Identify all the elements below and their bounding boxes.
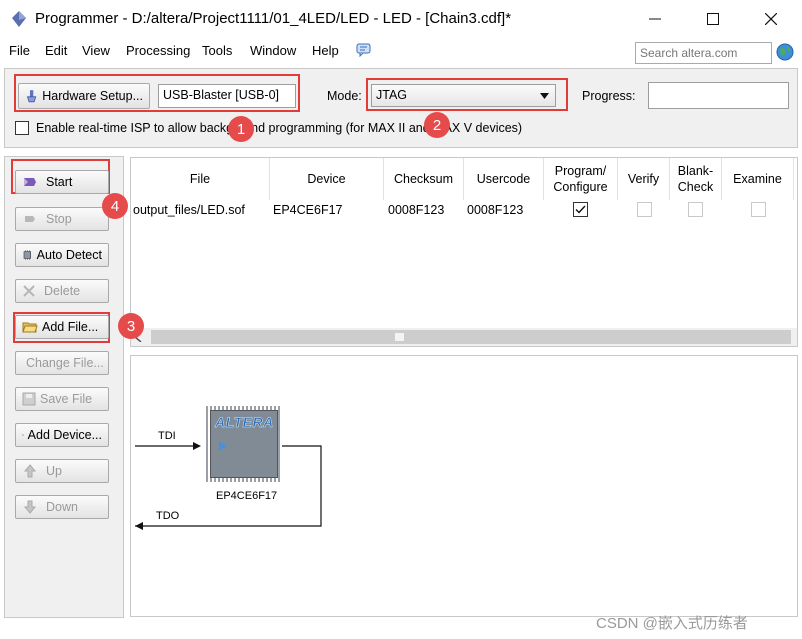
add-device-label: Add Device...	[27, 428, 102, 442]
annotation-badge-3: 3	[118, 313, 144, 339]
column-header-program-configure[interactable]: Program/ Configure	[544, 158, 618, 200]
table-cell-usercode: 0008F123	[467, 203, 524, 217]
blank-check-checkbox[interactable]	[688, 202, 703, 217]
minimize-button[interactable]	[626, 0, 684, 38]
change-file-label: Change File...	[26, 356, 104, 370]
save-icon	[22, 392, 36, 406]
maximize-icon	[707, 13, 719, 25]
table-cell-device[interactable]: EP4CE6F17	[273, 203, 342, 217]
stop-icon	[25, 216, 35, 222]
examine-checkbox[interactable]	[751, 202, 766, 217]
tdo-label: TDO	[156, 510, 180, 522]
column-header-device[interactable]: Device	[270, 158, 384, 200]
close-button[interactable]	[742, 0, 800, 38]
hardware-setup-button[interactable]: Hardware Setup...	[18, 83, 150, 109]
change-file-button[interactable]: Change File...	[15, 351, 109, 375]
open-folder-icon	[22, 322, 38, 333]
delete-label: Delete	[44, 284, 81, 298]
chevron-down-icon	[540, 93, 549, 99]
stop-button[interactable]: Stop	[15, 207, 109, 231]
jtag-chain-diagram	[135, 442, 322, 530]
annotation-badge-2: 2	[424, 112, 450, 138]
minimize-icon	[649, 18, 661, 20]
chip-device-label: EP4CE6F17	[216, 490, 278, 502]
quartus-programmer-icon	[12, 11, 26, 27]
delete-icon	[23, 285, 35, 297]
window-title: Programmer - D:/altera/Project1111/01_4L…	[35, 10, 512, 27]
down-label: Down	[46, 500, 78, 514]
add-device-icon	[22, 434, 24, 436]
verify-checkbox[interactable]	[637, 202, 652, 217]
title-bar: Programmer - D:/altera/Project1111/01_4L…	[0, 0, 802, 38]
close-icon	[765, 13, 777, 25]
save-file-label: Save File	[40, 392, 93, 406]
globe-icon[interactable]	[776, 43, 794, 61]
auto-detect-label: Auto Detect	[36, 248, 102, 262]
usb-blaster-icon	[26, 90, 37, 103]
tdi-label: TDI	[158, 430, 176, 442]
column-header-examine[interactable]: Examine	[722, 158, 794, 200]
column-header-verify[interactable]: Verify	[618, 158, 670, 200]
start-icon	[24, 178, 36, 186]
stop-label: Stop	[46, 212, 72, 226]
add-file-label: Add File...	[42, 320, 99, 334]
mode-label: Mode:	[327, 89, 362, 103]
start-button[interactable]: Start	[15, 170, 109, 194]
menu-view[interactable]: View	[82, 43, 110, 58]
menu-tools[interactable]: Tools	[202, 43, 232, 58]
delete-button[interactable]: Delete	[15, 279, 109, 303]
column-header-checksum[interactable]: Checksum	[384, 158, 464, 200]
column-header-file[interactable]: File	[131, 158, 270, 200]
fpga-chip[interactable]: ALTERA	[206, 406, 282, 482]
mode-select[interactable]: JTAG	[371, 84, 556, 107]
pin1-marker-icon	[219, 441, 227, 451]
auto-detect-icon	[23, 250, 32, 260]
up-label: Up	[46, 464, 62, 478]
checkmark-icon	[575, 205, 586, 214]
mode-value: JTAG	[376, 88, 408, 102]
column-header-usercode[interactable]: Usercode	[464, 158, 544, 200]
menu-file[interactable]: File	[9, 43, 30, 58]
save-file-button[interactable]: Save File	[15, 387, 109, 411]
chat-help-icon[interactable]	[356, 43, 372, 57]
progress-label: Progress:	[582, 89, 636, 103]
down-button[interactable]: Down	[15, 495, 109, 519]
menu-processing[interactable]: Processing	[126, 43, 190, 58]
menu-window[interactable]: Window	[250, 43, 296, 58]
isp-checkbox[interactable]	[15, 121, 29, 135]
annotation-badge-1: 1	[228, 116, 254, 142]
arrow-down-icon	[23, 500, 37, 514]
scrollbar-thumb[interactable]	[151, 330, 791, 344]
table-cell-checksum: 0008F123	[388, 203, 445, 217]
arrow-up-icon	[23, 464, 37, 478]
chip-body: ALTERA	[210, 410, 278, 478]
add-device-button[interactable]: Add Device...	[15, 423, 109, 447]
scrollbar-grip	[395, 333, 404, 341]
annotation-badge-4: 4	[102, 193, 128, 219]
altera-logo: ALTERA	[215, 414, 274, 431]
start-label: Start	[46, 175, 73, 189]
maximize-button[interactable]	[684, 0, 742, 38]
menu-edit[interactable]: Edit	[45, 43, 67, 58]
watermark: CSDN @嵌入式历练者	[596, 615, 748, 632]
auto-detect-button[interactable]: Auto Detect	[15, 243, 109, 267]
progress-bar	[648, 82, 789, 109]
hardware-setup-label: Hardware Setup...	[42, 89, 143, 103]
program-configure-checkbox[interactable]	[573, 202, 588, 217]
column-header-blank-check[interactable]: Blank- Check	[670, 158, 722, 200]
menu-help[interactable]: Help	[312, 43, 339, 58]
horizontal-scrollbar[interactable]	[131, 328, 797, 346]
table-cell-file[interactable]: output_files/LED.sof	[133, 203, 245, 217]
hardware-value: USB-Blaster [USB-0]	[158, 84, 296, 108]
up-button[interactable]: Up	[15, 459, 109, 483]
search-input[interactable]: Search altera.com	[635, 42, 772, 64]
add-file-button[interactable]: Add File...	[15, 315, 109, 339]
